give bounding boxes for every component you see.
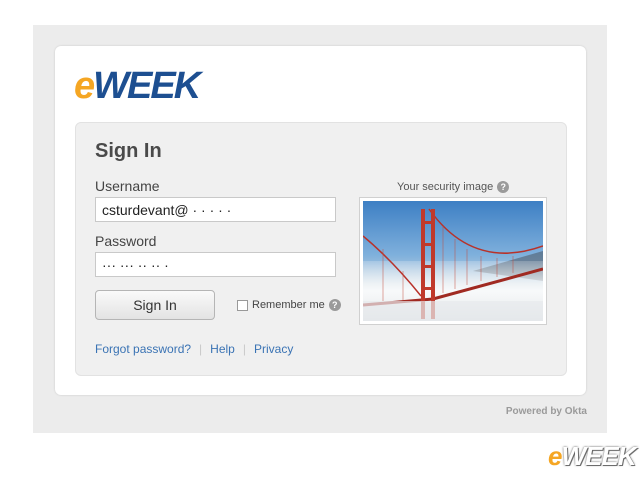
remember-me[interactable]: Remember me ?: [237, 299, 341, 311]
privacy-link[interactable]: Privacy: [254, 342, 293, 356]
password-input[interactable]: ··· ··· ·· ·· ·: [95, 252, 336, 277]
security-image: [359, 197, 547, 325]
help-icon[interactable]: ?: [328, 299, 341, 311]
help-icon[interactable]: ?: [497, 181, 510, 193]
powered-by-okta: Powered by Okta: [505, 406, 587, 417]
remember-me-label[interactable]: Remember me: [252, 299, 325, 311]
eweek-logo: eWEEK: [74, 65, 201, 107]
signin-title: Sign In: [95, 140, 162, 162]
link-separator: |: [199, 342, 203, 356]
logo-e: e: [74, 65, 95, 107]
security-image-label: Your security image ?: [397, 181, 510, 193]
logo-week: WEEK: [93, 65, 201, 107]
help-link[interactable]: Help: [210, 342, 235, 356]
footer-links: Forgot password? | Help | Privacy: [95, 342, 293, 356]
eweek-watermark: eWEEK: [548, 441, 636, 471]
username-input[interactable]: csturdevant@ · · · · ·: [95, 197, 336, 222]
security-image-text: Your security image: [397, 181, 494, 193]
link-separator: |: [242, 342, 246, 356]
forgot-password-link[interactable]: Forgot password?: [95, 342, 191, 356]
remember-me-checkbox[interactable]: [237, 299, 248, 311]
signin-button[interactable]: Sign In: [95, 290, 215, 320]
username-label: Username: [95, 178, 160, 194]
watermark-e: e: [548, 441, 563, 471]
password-label: Password: [95, 233, 157, 249]
golden-gate-bridge-image: [363, 201, 543, 321]
watermark-week: WEEK: [561, 441, 636, 471]
